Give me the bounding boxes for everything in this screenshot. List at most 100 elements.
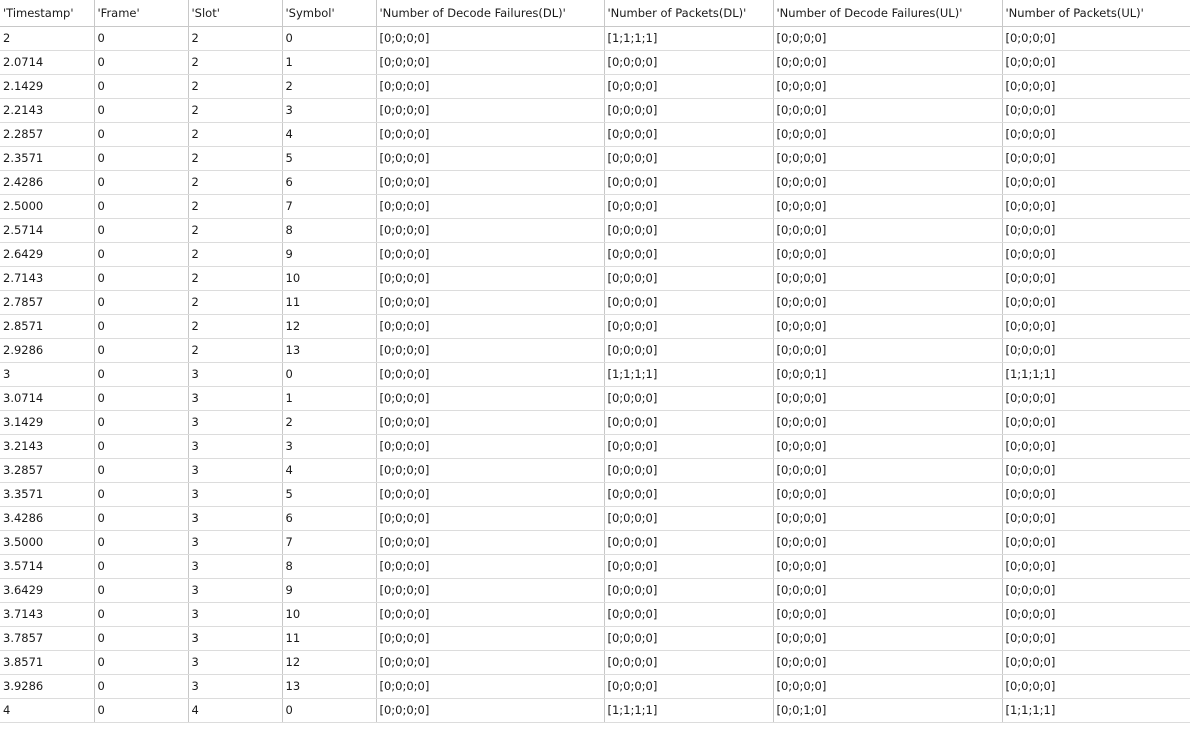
slot-cell[interactable]: 2	[188, 314, 283, 339]
timestamp-cell[interactable]: 3.7143	[0, 602, 95, 627]
decode-failures-dl-cell[interactable]: [0;0;0;0]	[376, 626, 605, 651]
timestamp-cell[interactable]: 3.3571	[0, 482, 95, 507]
decode-failures-ul-cell[interactable]: [0;0;0;0]	[773, 410, 1003, 435]
packets-dl-cell[interactable]: [0;0;0;0]	[604, 506, 774, 531]
packets-ul-cell[interactable]: [0;0;0;0]	[1002, 74, 1190, 99]
packets-ul-cell[interactable]: [0;0;0;0]	[1002, 50, 1190, 75]
frame-cell[interactable]: 0	[94, 242, 189, 267]
symbol-cell[interactable]: 10	[282, 602, 377, 627]
frame-cell[interactable]: 0	[94, 290, 189, 315]
frame-cell[interactable]: 0	[94, 434, 189, 459]
slot-cell[interactable]: 2	[188, 338, 283, 363]
decode-failures-dl-cell[interactable]: [0;0;0;0]	[376, 674, 605, 699]
decode-failures-ul-cell[interactable]: [0;0;0;0]	[773, 266, 1003, 291]
decode-failures-dl-cell[interactable]: [0;0;0;0]	[376, 602, 605, 627]
timestamp-cell[interactable]: 2.7857	[0, 290, 95, 315]
packets-dl-cell[interactable]: [0;0;0;0]	[604, 626, 774, 651]
symbol-cell[interactable]: 3	[282, 98, 377, 123]
decode-failures-dl-cell[interactable]: [0;0;0;0]	[376, 98, 605, 123]
decode-failures-ul-cell[interactable]: [0;0;0;0]	[773, 314, 1003, 339]
column-header-symbol[interactable]: 'Symbol'	[282, 0, 377, 27]
frame-cell[interactable]: 0	[94, 194, 189, 219]
slot-cell[interactable]: 4	[188, 698, 283, 723]
column-header-decode-failures-ul[interactable]: 'Number of Decode Failures(UL)'	[773, 0, 1003, 27]
slot-cell[interactable]: 2	[188, 266, 283, 291]
decode-failures-ul-cell[interactable]: [0;0;1;0]	[773, 698, 1003, 723]
timestamp-cell[interactable]: 2.4286	[0, 170, 95, 195]
packets-dl-cell[interactable]: [1;1;1;1]	[604, 698, 774, 723]
frame-cell[interactable]: 0	[94, 698, 189, 723]
slot-cell[interactable]: 3	[188, 434, 283, 459]
slot-cell[interactable]: 3	[188, 458, 283, 483]
timestamp-cell[interactable]: 4	[0, 698, 95, 723]
symbol-cell[interactable]: 0	[282, 362, 377, 387]
decode-failures-ul-cell[interactable]: [0;0;0;0]	[773, 122, 1003, 147]
decode-failures-ul-cell[interactable]: [0;0;0;0]	[773, 674, 1003, 699]
slot-cell[interactable]: 3	[188, 650, 283, 675]
timestamp-cell[interactable]: 2.0714	[0, 50, 95, 75]
symbol-cell[interactable]: 12	[282, 650, 377, 675]
frame-cell[interactable]: 0	[94, 74, 189, 99]
decode-failures-dl-cell[interactable]: [0;0;0;0]	[376, 74, 605, 99]
frame-cell[interactable]: 0	[94, 362, 189, 387]
slot-cell[interactable]: 3	[188, 506, 283, 531]
packets-ul-cell[interactable]: [0;0;0;0]	[1002, 98, 1190, 123]
timestamp-cell[interactable]: 2.3571	[0, 146, 95, 171]
symbol-cell[interactable]: 6	[282, 170, 377, 195]
decode-failures-dl-cell[interactable]: [0;0;0;0]	[376, 242, 605, 267]
packets-dl-cell[interactable]: [0;0;0;0]	[604, 674, 774, 699]
packets-ul-cell[interactable]: [0;0;0;0]	[1002, 482, 1190, 507]
symbol-cell[interactable]: 4	[282, 458, 377, 483]
timestamp-cell[interactable]: 3.2143	[0, 434, 95, 459]
decode-failures-ul-cell[interactable]: [0;0;0;0]	[773, 434, 1003, 459]
symbol-cell[interactable]: 11	[282, 626, 377, 651]
timestamp-cell[interactable]: 3	[0, 362, 95, 387]
decode-failures-ul-cell[interactable]: [0;0;0;0]	[773, 650, 1003, 675]
timestamp-cell[interactable]: 2.5714	[0, 218, 95, 243]
timestamp-cell[interactable]: 2.9286	[0, 338, 95, 363]
packets-ul-cell[interactable]: [0;0;0;0]	[1002, 506, 1190, 531]
frame-cell[interactable]: 0	[94, 26, 189, 51]
timestamp-cell[interactable]: 2.5000	[0, 194, 95, 219]
decode-failures-ul-cell[interactable]: [0;0;0;0]	[773, 170, 1003, 195]
packets-dl-cell[interactable]: [0;0;0;0]	[604, 530, 774, 555]
frame-cell[interactable]: 0	[94, 98, 189, 123]
symbol-cell[interactable]: 9	[282, 578, 377, 603]
decode-failures-dl-cell[interactable]: [0;0;0;0]	[376, 146, 605, 171]
packets-ul-cell[interactable]: [0;0;0;0]	[1002, 674, 1190, 699]
timestamp-cell[interactable]: 2.2857	[0, 122, 95, 147]
timestamp-cell[interactable]: 3.1429	[0, 410, 95, 435]
frame-cell[interactable]: 0	[94, 602, 189, 627]
symbol-cell[interactable]: 5	[282, 146, 377, 171]
decode-failures-dl-cell[interactable]: [0;0;0;0]	[376, 410, 605, 435]
packets-dl-cell[interactable]: [1;1;1;1]	[604, 26, 774, 51]
packets-dl-cell[interactable]: [0;0;0;0]	[604, 218, 774, 243]
packets-ul-cell[interactable]: [0;0;0;0]	[1002, 410, 1190, 435]
frame-cell[interactable]: 0	[94, 170, 189, 195]
packets-ul-cell[interactable]: [0;0;0;0]	[1002, 146, 1190, 171]
decode-failures-ul-cell[interactable]: [0;0;0;0]	[773, 530, 1003, 555]
timestamp-cell[interactable]: 3.7857	[0, 626, 95, 651]
variable-editor-grid[interactable]: 'Timestamp' 'Frame' 'Slot' 'Symbol' 'Num…	[0, 0, 1190, 753]
decode-failures-ul-cell[interactable]: [0;0;0;0]	[773, 386, 1003, 411]
symbol-cell[interactable]: 4	[282, 122, 377, 147]
timestamp-cell[interactable]: 2.2143	[0, 98, 95, 123]
timestamp-cell[interactable]: 3.0714	[0, 386, 95, 411]
symbol-cell[interactable]: 9	[282, 242, 377, 267]
column-header-slot[interactable]: 'Slot'	[188, 0, 283, 27]
decode-failures-dl-cell[interactable]: [0;0;0;0]	[376, 314, 605, 339]
packets-ul-cell[interactable]: [0;0;0;0]	[1002, 194, 1190, 219]
symbol-cell[interactable]: 1	[282, 386, 377, 411]
packets-ul-cell[interactable]: [0;0;0;0]	[1002, 530, 1190, 555]
slot-cell[interactable]: 3	[188, 530, 283, 555]
slot-cell[interactable]: 3	[188, 674, 283, 699]
decode-failures-dl-cell[interactable]: [0;0;0;0]	[376, 530, 605, 555]
decode-failures-dl-cell[interactable]: [0;0;0;0]	[376, 338, 605, 363]
slot-cell[interactable]: 3	[188, 554, 283, 579]
symbol-cell[interactable]: 13	[282, 338, 377, 363]
decode-failures-ul-cell[interactable]: [0;0;0;0]	[773, 50, 1003, 75]
decode-failures-ul-cell[interactable]: [0;0;0;0]	[773, 290, 1003, 315]
slot-cell[interactable]: 3	[188, 602, 283, 627]
decode-failures-ul-cell[interactable]: [0;0;0;0]	[773, 554, 1003, 579]
symbol-cell[interactable]: 2	[282, 74, 377, 99]
